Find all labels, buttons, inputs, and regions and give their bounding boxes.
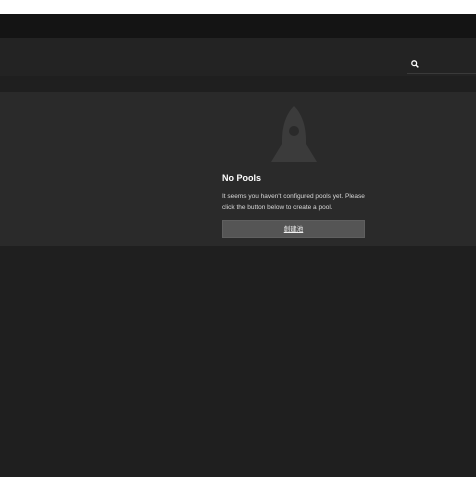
top-navigation-bar bbox=[0, 14, 476, 38]
empty-state-title: No Pools bbox=[222, 173, 262, 183]
app-window: No Pools It seems you haven't configured… bbox=[0, 0, 476, 477]
empty-state-description: It seems you haven't configured pools ye… bbox=[222, 193, 365, 211]
search-input[interactable] bbox=[407, 57, 476, 74]
browser-top-strip bbox=[0, 0, 476, 14]
page-body-background bbox=[0, 246, 476, 477]
search-icon bbox=[411, 60, 419, 68]
rocket-icon bbox=[271, 106, 317, 162]
page-header bbox=[0, 38, 476, 76]
create-pool-button[interactable]: 創建池 bbox=[222, 220, 365, 238]
toolbar-area bbox=[0, 76, 476, 92]
